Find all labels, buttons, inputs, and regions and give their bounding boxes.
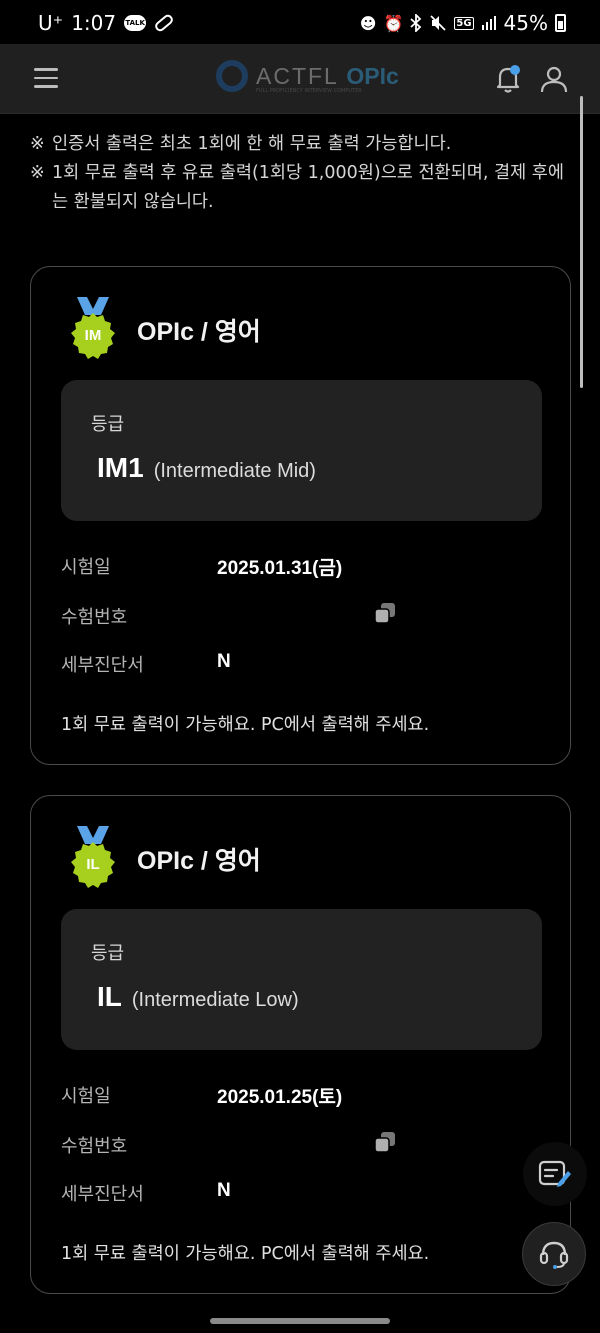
signal-icon: [481, 15, 497, 31]
grade-label: 등급: [91, 943, 125, 964]
exam-number-label: 수험번호: [61, 607, 128, 628]
copy-icon[interactable]: [373, 1130, 397, 1154]
detail-report-value: N: [217, 651, 231, 672]
card-title: OPIc / 영어: [137, 847, 261, 875]
grade-description: (Intermediate Low): [131, 989, 299, 1011]
notification-dot: [510, 65, 520, 75]
detail-report-label: 세부진단서: [61, 1184, 144, 1205]
bluetooth-icon: [410, 14, 422, 32]
alarm-icon: ⏰: [383, 13, 404, 33]
scrollbar[interactable]: [580, 96, 583, 388]
copy-icon[interactable]: [373, 601, 397, 625]
notice-item: ※ 1회 무료 출력 후 유료 출력(1회당 1,000원)으로 전환되며, 결…: [30, 159, 575, 217]
battery-percent: 45%: [503, 11, 548, 35]
grade-box: 등급 IM1 (Intermediate Mid): [61, 380, 542, 521]
status-time: 1:07: [71, 11, 117, 35]
svg-text:IL: IL: [86, 856, 99, 873]
grade-code: IM1: [97, 452, 144, 483]
exam-date-value: 2025.01.25(토): [217, 1087, 343, 1108]
notice-text: 1회 무료 출력 후 유료 출력(1회당 1,000원)으로 전환되며, 결제 …: [52, 163, 564, 212]
logo-text: ACTFL OPIc: [256, 62, 399, 89]
logo-subtitle: FULL PROFICIENCY INTERVIEW COMPUTER: [256, 88, 362, 94]
grade-code: IL: [97, 981, 122, 1012]
notice-list: ※ 인증서 출력은 최초 1회에 한 해 무료 출력 가능합니다. ※ 1회 무…: [30, 130, 575, 217]
medal-icon: IL: [63, 826, 123, 892]
talk-icon: TALK: [124, 15, 147, 31]
certificate-card[interactable]: IL OPIc / 영어 등급 IL (Intermediate Low) 시험…: [30, 795, 571, 1294]
print-note: 1회 무료 출력이 가능해요. PC에서 출력해 주세요.: [61, 1244, 430, 1264]
mute-icon: [429, 14, 447, 32]
exam-date-value: 2025.01.31(금): [217, 558, 343, 579]
actfl-opic-logo[interactable]: ACTFL OPIc FULL PROFICIENCY INTERVIEW CO…: [216, 60, 399, 94]
user-icon[interactable]: [540, 64, 568, 94]
grade-description: (Intermediate Mid): [153, 460, 316, 482]
menu-icon[interactable]: [34, 68, 58, 88]
exam-number-label: 수험번호: [61, 1136, 128, 1157]
notice-text: 인증서 출력은 최초 1회에 한 해 무료 출력 가능합니다.: [52, 134, 452, 154]
headset-icon: [539, 1241, 569, 1269]
pill-icon: [153, 12, 175, 34]
exam-date-label: 시험일: [61, 1086, 111, 1107]
face-icon: ☻: [359, 13, 377, 33]
certificate-card[interactable]: IM OPIc / 영어 등급 IM1 (Intermediate Mid) 시…: [30, 266, 571, 765]
network-5g-icon: 5G: [454, 16, 474, 30]
exam-date-label: 시험일: [61, 557, 111, 578]
detail-report-value: N: [217, 1180, 231, 1201]
bell-icon[interactable]: [494, 64, 522, 94]
card-title: OPIc / 영어: [137, 318, 261, 346]
detail-report-label: 세부진단서: [61, 655, 144, 676]
logo-mark-icon: [216, 60, 248, 92]
home-indicator[interactable]: [210, 1318, 390, 1324]
svg-text:IM: IM: [85, 327, 102, 344]
grade-label: 등급: [91, 414, 125, 435]
app-header: ACTFL OPIc FULL PROFICIENCY INTERVIEW CO…: [0, 44, 600, 114]
carrier-label: U⁺: [38, 11, 64, 35]
edit-note-icon: [538, 1160, 571, 1187]
print-note: 1회 무료 출력이 가능해요. PC에서 출력해 주세요.: [61, 715, 430, 735]
customer-support-button[interactable]: [522, 1222, 586, 1286]
notice-item: ※ 인증서 출력은 최초 1회에 한 해 무료 출력 가능합니다.: [30, 130, 575, 159]
edit-note-button[interactable]: [523, 1142, 587, 1206]
battery-icon: [555, 14, 566, 32]
medal-icon: IM: [63, 297, 123, 363]
status-bar: U⁺ 1:07 TALK ☻ ⏰ 5G 45%: [0, 0, 600, 44]
grade-box: 등급 IL (Intermediate Low): [61, 909, 542, 1050]
